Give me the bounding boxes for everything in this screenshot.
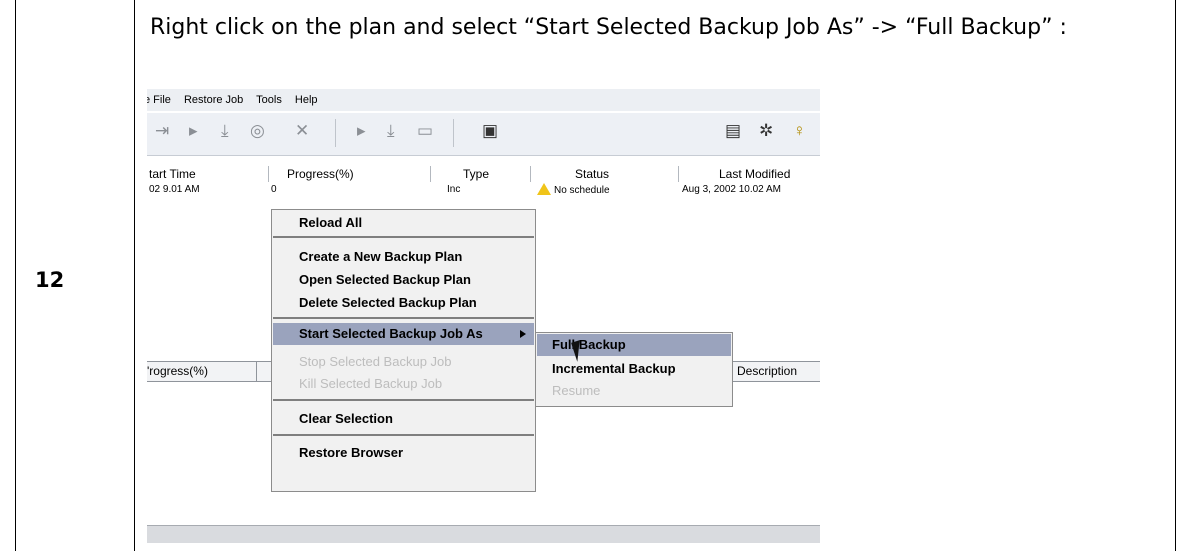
menu-separator — [273, 434, 534, 436]
play-small-icon[interactable]: ▸ — [189, 121, 198, 141]
menu-tools[interactable]: Tools — [256, 94, 282, 106]
doc-icon[interactable]: ▭ — [417, 121, 433, 141]
cell-last-modified: Aug 3, 2002 10.02 AM — [682, 184, 781, 195]
menu-item-stop-backup-job[interactable]: Stop Selected Backup Job — [273, 351, 534, 373]
menu-item-kill-backup-job[interactable]: Kill Selected Backup Job — [273, 373, 534, 395]
menu-item-label: Start Selected Backup Job As — [299, 326, 483, 341]
column-header-progress[interactable]: Progress(%) — [269, 166, 431, 182]
submenu-item-incremental-backup[interactable]: Incremental Backup — [537, 358, 731, 380]
column-divider — [134, 0, 135, 551]
column-header-type[interactable]: Type — [431, 166, 531, 182]
menu-item-start-backup-job-as[interactable]: Start Selected Backup Job As — [273, 323, 534, 345]
cell-progress: 0 — [271, 184, 277, 195]
clock-icon[interactable]: ◎ — [250, 121, 265, 141]
menu-restore-job[interactable]: Restore Job — [184, 94, 243, 106]
submenu-arrow-icon — [520, 330, 526, 338]
submenu-item-full-backup[interactable]: Full Backup — [537, 334, 731, 356]
graph-icon[interactable]: ▣ — [482, 121, 498, 141]
menu-item-restore-browser[interactable]: Restore Browser — [273, 442, 534, 464]
warning-icon — [537, 183, 551, 195]
column-header-last-modified[interactable]: Last Modified — [679, 166, 820, 182]
column-header-description[interactable]: Description — [737, 362, 797, 381]
menu-item-clear-selection[interactable]: Clear Selection — [273, 408, 534, 430]
log-icon[interactable]: ▤ — [725, 121, 741, 141]
menu-bar: e File Restore Job Tools Help — [147, 89, 820, 111]
menu-separator — [273, 399, 534, 401]
step-back-icon[interactable]: ⇥ — [155, 121, 169, 141]
tools-icon[interactable]: ✲ — [759, 121, 773, 141]
column-header-status[interactable]: Status — [531, 166, 679, 182]
cell-type: Inc — [447, 184, 461, 195]
table-row[interactable]: 02 9.01 AM 0 Inc No schedule Aug 3, 2002… — [147, 183, 820, 197]
column-header-start-time[interactable]: tart Time — [147, 166, 269, 182]
toolbar-separator — [453, 119, 454, 147]
menu-item-create-backup-plan[interactable]: Create a New Backup Plan — [273, 246, 534, 268]
toolbar: ⇥ ▸ ⤓ ◎ ✕ ▸ ⤓ ▭ ▣ ▤ ✲ ♀ — [147, 113, 820, 156]
horizontal-scrollbar[interactable] — [147, 525, 820, 543]
menu-separator — [273, 317, 534, 319]
context-menu: Reload All Create a New Backup Plan Open… — [271, 209, 536, 492]
toolbar-separator — [335, 119, 336, 147]
menu-item-reload-all[interactable]: Reload All — [273, 212, 534, 234]
plans-table-header: tart Time Progress(%) Type Status Last M… — [147, 166, 820, 182]
submenu-item-resume[interactable]: Resume — [537, 380, 731, 402]
download-icon[interactable]: ⤓ — [221, 121, 229, 141]
step-instruction: Right click on the plan and select “Star… — [150, 15, 1067, 40]
menu-file[interactable]: e File — [147, 94, 171, 106]
step-number: 12 — [35, 268, 65, 292]
backup-type-submenu: Full Backup Incremental Backup Resume — [535, 332, 733, 407]
run-icon[interactable]: ▸ — [357, 121, 366, 141]
application-screenshot: e File Restore Job Tools Help ⇥ ▸ ⤓ ◎ ✕ … — [147, 89, 820, 543]
download-icon[interactable]: ⤓ — [387, 121, 395, 141]
cell-status: No schedule — [537, 183, 610, 198]
menu-separator — [273, 236, 534, 238]
menu-help[interactable]: Help — [295, 94, 318, 106]
cancel-icon[interactable]: ✕ — [295, 121, 309, 141]
cell-start-time: 02 9.01 AM — [149, 184, 200, 195]
menu-item-delete-backup-plan[interactable]: Delete Selected Backup Plan — [273, 292, 534, 314]
help-icon[interactable]: ♀ — [793, 121, 806, 141]
menu-item-open-backup-plan[interactable]: Open Selected Backup Plan — [273, 269, 534, 291]
column-header-progress[interactable]: 'rogress(%) — [147, 362, 208, 381]
